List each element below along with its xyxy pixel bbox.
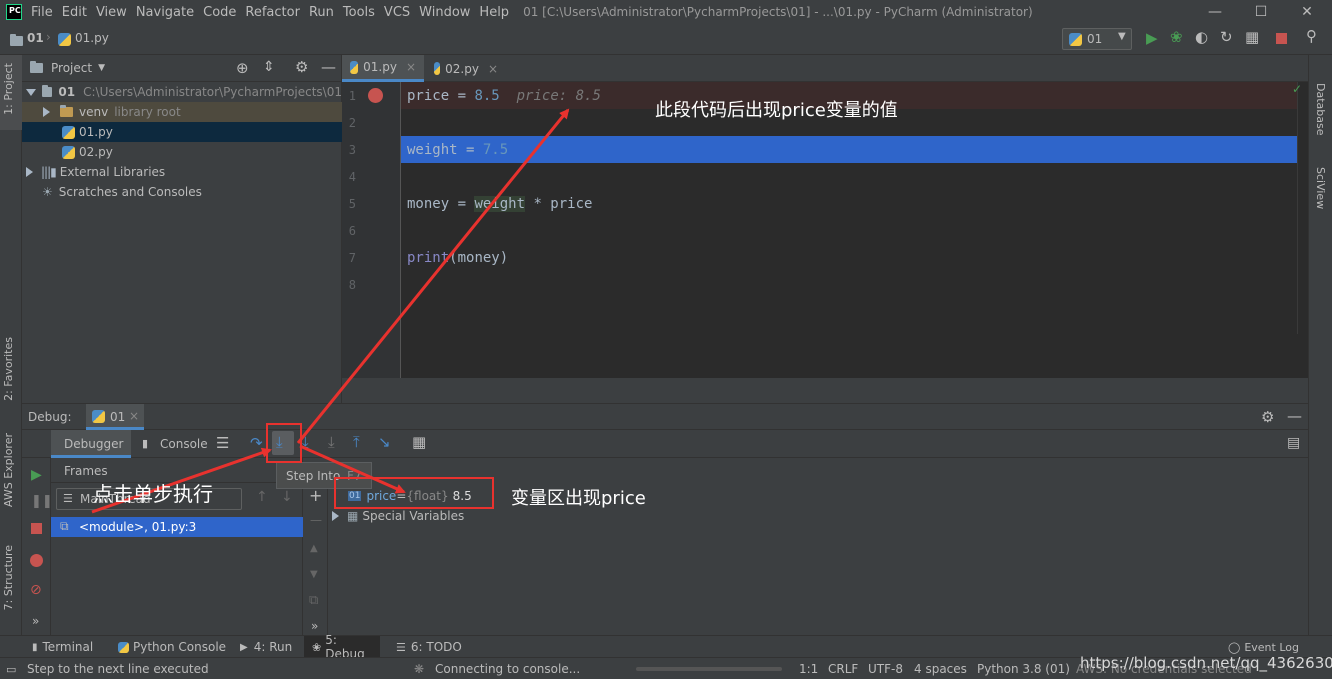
annotation-code-note: 此段代码后出现price变量的值 (655, 100, 898, 121)
annotation-step-note: 点击单步执行 (93, 482, 213, 506)
arrow-to-variable (299, 444, 406, 494)
arrow-to-code-note (296, 108, 570, 444)
annotation-variable-note: 变量区出现price (511, 488, 646, 509)
